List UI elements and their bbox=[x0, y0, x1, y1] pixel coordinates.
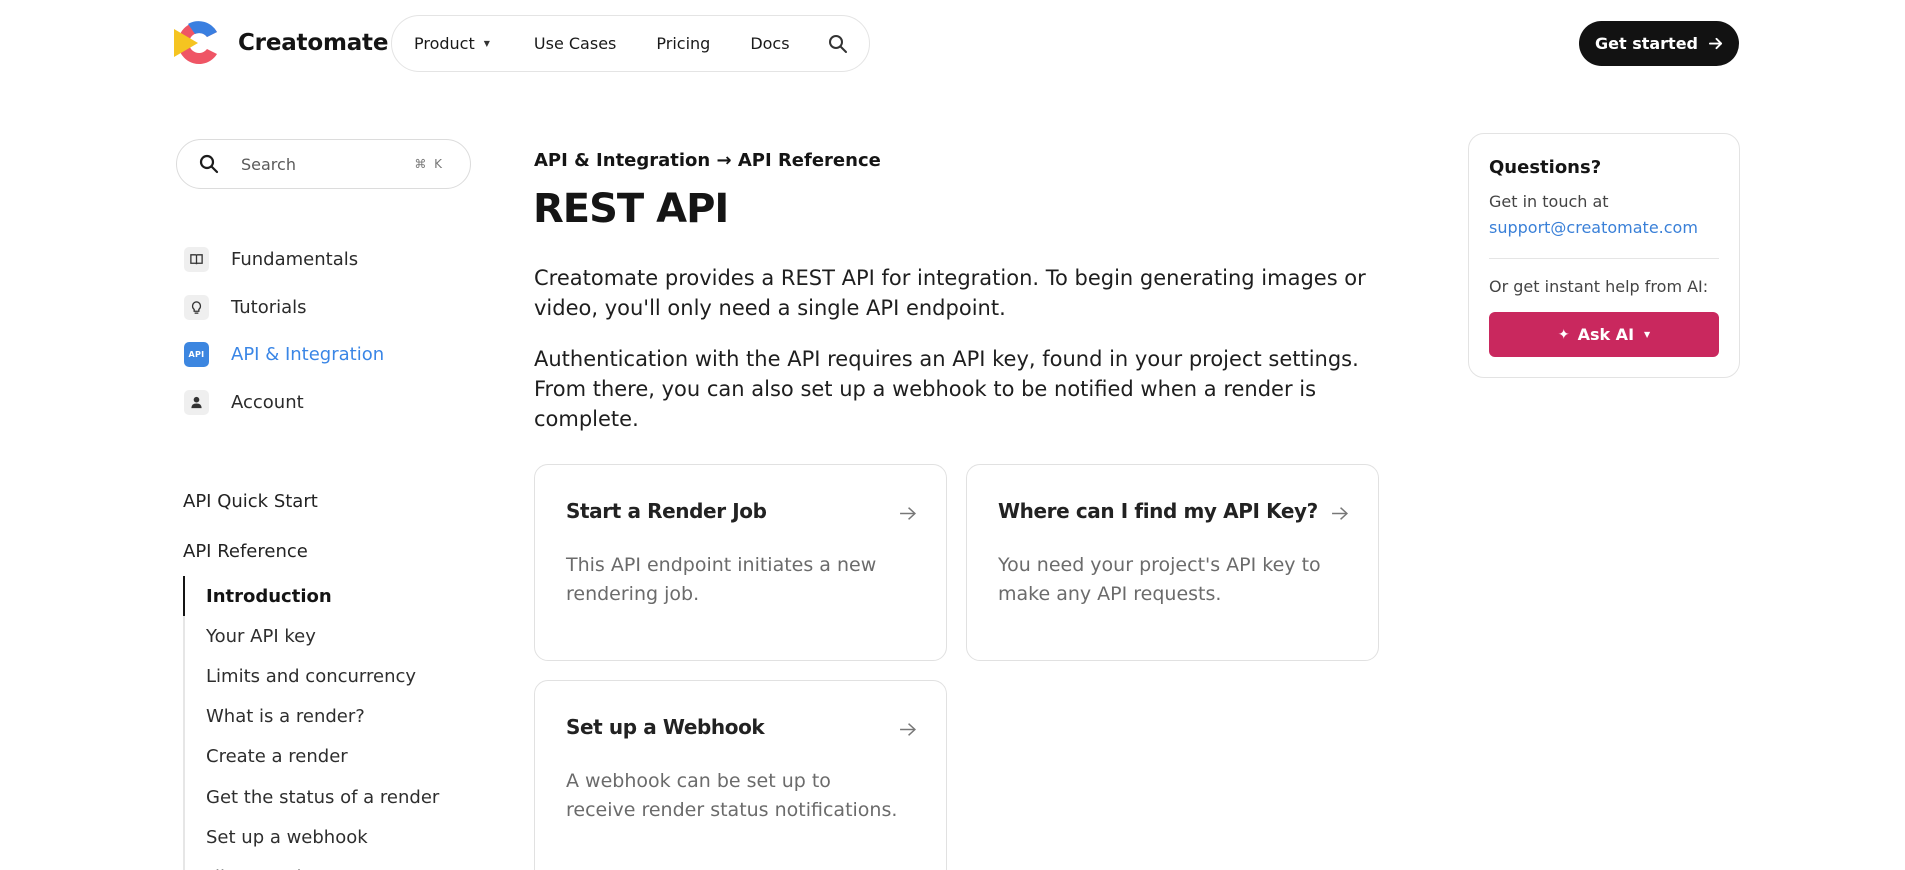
lightbulb-icon bbox=[184, 294, 209, 320]
search-icon[interactable] bbox=[828, 34, 848, 54]
sidebar-link-limits[interactable]: Limits and concurrency bbox=[185, 656, 439, 696]
docs-search-input[interactable]: Search ⌘ K bbox=[176, 139, 471, 189]
sidebar-link-file-retention[interactable]: File retention bbox=[185, 857, 439, 870]
creatomate-logo-icon bbox=[174, 21, 217, 64]
api-reference-list: Introduction Your API key Limits and con… bbox=[183, 576, 439, 870]
help-panel: Questions? Get in touch at support@creat… bbox=[1468, 133, 1740, 378]
divider bbox=[1489, 258, 1719, 259]
sidebar-link-introduction[interactable]: Introduction bbox=[183, 576, 439, 617]
get-started-label: Get started bbox=[1594, 34, 1698, 53]
nav-docs[interactable]: Docs bbox=[750, 34, 789, 53]
sidebar-item-fundamentals[interactable]: Fundamentals bbox=[184, 236, 384, 284]
nav-product[interactable]: Product ▼ bbox=[414, 34, 490, 53]
help-title: Questions? bbox=[1489, 157, 1602, 178]
help-ai-text: Or get instant help from AI: bbox=[1489, 277, 1709, 296]
card-set-up-webhook[interactable]: Set up a Webhook A webhook can be set up… bbox=[534, 680, 947, 870]
card-title: Where can I find my API Key? bbox=[998, 499, 1318, 523]
sidebar-item-label: Fundamentals bbox=[231, 249, 359, 271]
help-touch-text: Get in touch at bbox=[1489, 192, 1609, 211]
book-icon bbox=[184, 247, 209, 273]
sidebar-item-tutorials[interactable]: Tutorials bbox=[184, 284, 384, 332]
page-title: REST API bbox=[533, 186, 729, 232]
sidebar-link-your-api-key[interactable]: Your API key bbox=[185, 616, 439, 656]
brand-logo[interactable]: Creatomate bbox=[174, 18, 388, 68]
api-icon: API bbox=[184, 342, 209, 368]
sidebar-link-what-is-render[interactable]: What is a render? bbox=[185, 697, 439, 737]
auth-paragraph: Authentication with the API requires an … bbox=[534, 347, 1359, 431]
brand-name: Creatomate bbox=[238, 30, 389, 56]
arrow-right-icon bbox=[900, 723, 916, 736]
card-description: A webhook can be set up to receive rende… bbox=[566, 770, 898, 821]
search-placeholder: Search bbox=[241, 154, 296, 174]
arrow-right-icon bbox=[900, 507, 916, 520]
intro-paragraph: Creatomate provides a REST API for integ… bbox=[534, 266, 1366, 320]
card-title: Set up a Webhook bbox=[566, 715, 765, 739]
sidebar-item-label: API & Integration bbox=[231, 344, 385, 366]
nav-use-cases[interactable]: Use Cases bbox=[534, 34, 616, 53]
user-icon bbox=[184, 389, 209, 415]
sidebar-section-api-quick-start[interactable]: API Quick Start bbox=[183, 491, 318, 512]
card-title: Start a Render Job bbox=[566, 499, 767, 523]
arrow-right-icon bbox=[1708, 37, 1723, 50]
arrow-right-icon bbox=[1332, 507, 1348, 520]
category-list: Fundamentals Tutorials API API & Integra… bbox=[184, 236, 384, 426]
search-icon bbox=[199, 154, 219, 174]
card-description: You need your project's API key to make … bbox=[998, 554, 1321, 605]
sidebar-item-api-integration[interactable]: API API & Integration bbox=[184, 331, 384, 379]
ask-ai-button[interactable]: ✦ Ask AI ▼ bbox=[1489, 312, 1719, 357]
card-find-api-key[interactable]: Where can I find my API Key? You need yo… bbox=[966, 464, 1379, 661]
nav-pricing[interactable]: Pricing bbox=[656, 34, 710, 53]
caret-down-icon: ▼ bbox=[483, 39, 490, 48]
get-started-button[interactable]: Get started bbox=[1579, 21, 1739, 66]
sidebar-link-render-status[interactable]: Get the status of a render bbox=[185, 777, 439, 817]
sidebar-item-label: Account bbox=[231, 391, 304, 413]
caret-down-icon: ▼ bbox=[1644, 330, 1651, 339]
sidebar-section-api-reference[interactable]: API Reference bbox=[183, 541, 308, 562]
nav-product-label: Product bbox=[414, 34, 475, 53]
support-email-link[interactable]: support@creatomate.com bbox=[1489, 218, 1698, 237]
sidebar-link-create-render[interactable]: Create a render bbox=[185, 737, 439, 777]
card-start-render-job[interactable]: Start a Render Job This API endpoint ini… bbox=[534, 464, 947, 661]
sidebar-link-webhook[interactable]: Set up a webhook bbox=[185, 817, 439, 857]
sidebar-item-account[interactable]: Account bbox=[184, 379, 384, 427]
search-shortcut: ⌘ K bbox=[414, 157, 444, 171]
ask-ai-label: Ask AI bbox=[1577, 325, 1635, 344]
card-description: This API endpoint initiates a new render… bbox=[566, 554, 877, 605]
breadcrumb: API & Integration → API Reference bbox=[534, 150, 881, 171]
sparkle-icon: ✦ bbox=[1557, 326, 1570, 343]
sidebar-item-label: Tutorials bbox=[231, 296, 307, 318]
top-navigation: Product ▼ Use Cases Pricing Docs bbox=[391, 15, 870, 72]
